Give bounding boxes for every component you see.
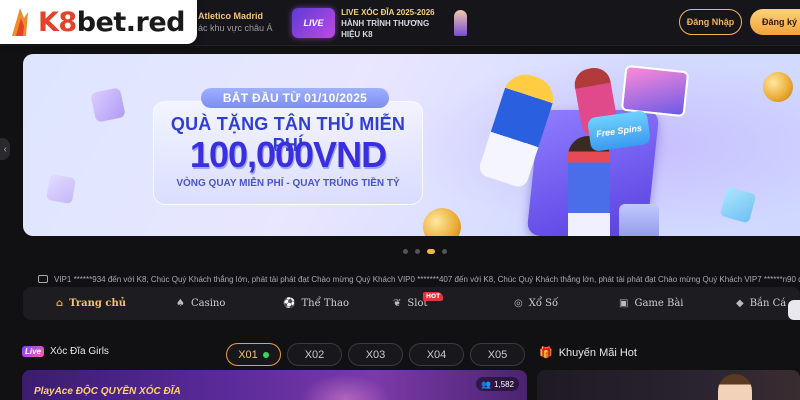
live-promo-line2: HÀNH TRÌNH THƯƠNG HIỆU K8 [341, 18, 430, 39]
nav-item-casino[interactable]: ♠ Casino [176, 287, 225, 320]
section-title-xoc-dia: Live Xóc Đĩa Girls [22, 346, 109, 357]
nav-label: Xổ Số [528, 298, 559, 309]
logo-brand: K8 [38, 6, 77, 38]
hot-promo-card[interactable] [537, 370, 800, 400]
viewer-count: 1,582 [493, 379, 514, 389]
live-status-dot [262, 351, 269, 358]
nav-item-home[interactable]: ⌂ Trang chủ [56, 287, 126, 320]
dealer-image [300, 374, 390, 400]
promo-start-date: BẮT ĐẦU TỪ 01/10/2025 [201, 88, 389, 108]
live-game-card[interactable]: PlayAce ĐỘC QUYỀN XÓC ĐĨA [22, 370, 527, 400]
nav-scroll-arrow[interactable] [788, 300, 800, 320]
nav-label: Trang chủ [69, 298, 127, 309]
tab-x04[interactable]: X04 [409, 343, 464, 366]
nav-item-lottery[interactable]: ◎ Xổ Số [514, 287, 558, 320]
promo-subtitle: VÒNG QUAY MIỄN PHÍ - QUAY TRÚNG TIỀN TỶ [176, 178, 400, 189]
flame-logo-icon [6, 6, 34, 38]
site-logo[interactable]: K8bet.red [0, 0, 197, 44]
main-nav: ⌂ Trang chủ ♠ Casino ⚽ Thể Thao ❦ Slot H… [23, 287, 800, 320]
soccer-ball-icon: ⚽ [283, 298, 296, 309]
gift-box-icon [90, 87, 126, 123]
live-promo-line1: LIVE XÓC ĐĨA 2025-2026 [341, 7, 435, 17]
host-avatar [454, 10, 467, 36]
login-button[interactable]: Đăng Nhập [679, 9, 742, 35]
hero-banner[interactable]: BẮT ĐẦU TỪ 01/10/2025 QUÀ TẶNG TÂN THỦ M… [23, 54, 800, 236]
marquee-text: VIP1 ******934 đến với K8, Chúc Quý Khác… [54, 274, 800, 284]
nav-item-sports[interactable]: ⚽ Thể Thao [283, 287, 349, 320]
banner-prev-arrow-icon[interactable]: ‹ [0, 138, 10, 160]
top-header: K8bet.red Atletico Madrid ác khu vực châ… [0, 0, 800, 46]
character-illustration [568, 136, 610, 236]
nav-label: Bắn Cá [749, 298, 787, 309]
logo-text: K8bet.red [38, 7, 185, 38]
pagination-dot[interactable] [442, 249, 447, 254]
pagination-dot-active[interactable] [427, 249, 435, 254]
sponsor-club: Atletico Madrid [198, 11, 264, 21]
section-title-text: Khuyến Mãi Hot [558, 346, 637, 359]
sponsor-text: Atletico Madrid ác khu vực châu Á [198, 10, 273, 34]
spade-icon: ♠ [176, 298, 185, 309]
live-icon: Live [22, 346, 45, 357]
announcement-marquee: VIP1 ******934 đến với K8, Chúc Quý Khác… [38, 272, 800, 286]
tab-label: X04 [426, 348, 447, 361]
gift-box-icon [45, 173, 77, 205]
promo-model-image [718, 374, 752, 400]
live-promo-text: LIVE XÓC ĐĨA 2025-2026 HÀNH TRÌNH THƯƠNG… [341, 7, 450, 40]
lottery-ball-icon: ◎ [514, 298, 523, 309]
viewer-count-badge: 👥 1,582 [476, 377, 519, 391]
tab-x01[interactable]: X01 [226, 343, 281, 366]
nav-label: Thể Thao [301, 298, 349, 309]
tab-label: X01 [238, 348, 258, 361]
room-tabs: X01 X02 X03 X04 X05 [226, 343, 525, 366]
tab-label: X02 [304, 348, 325, 361]
announcement-icon [38, 275, 48, 283]
viewers-icon: 👥 [481, 379, 491, 389]
nav-item-card-games[interactable]: ▣ Game Bài [619, 287, 684, 320]
coin-icon [763, 72, 793, 102]
cherry-icon: ❦ [393, 298, 402, 309]
live-promo-banner[interactable]: LIVE LIVE XÓC ĐĨA 2025-2026 HÀNH TRÌNH T… [292, 6, 467, 40]
sponsor-region: ác khu vực châu Á [198, 23, 273, 33]
tab-x02[interactable]: X02 [287, 343, 342, 366]
promo-amount: 100,000VND [189, 134, 387, 175]
nav-item-fishing[interactable]: ◆ Bắn Cá [736, 287, 786, 320]
photo-card-illustration [620, 64, 690, 118]
register-button[interactable]: Đăng ký [750, 9, 800, 35]
suitcase-illustration [619, 204, 659, 236]
cards-icon: ▣ [619, 298, 629, 309]
pagination-dot[interactable] [403, 249, 408, 254]
fish-icon: ◆ [736, 298, 744, 309]
section-title-text: Xóc Đĩa Girls [50, 346, 109, 357]
logo-domain: bet.red [76, 6, 186, 38]
tab-label: X03 [365, 348, 386, 361]
section-title-hot-promo: 🎁 Khuyến Mãi Hot [539, 346, 637, 360]
nav-label: Game Bài [634, 298, 684, 309]
home-icon: ⌂ [56, 298, 64, 309]
hot-badge: HOT [423, 292, 444, 301]
nav-label: Casino [190, 298, 226, 309]
nav-item-slot[interactable]: ❦ Slot HOT [393, 287, 444, 320]
live-xoc-dia-logo: LIVE [292, 8, 336, 38]
tab-x05[interactable]: X05 [470, 343, 525, 366]
game-card-title: PlayAce ĐỘC QUYỀN XÓC ĐĨA [34, 386, 181, 397]
pagination-dot[interactable] [415, 249, 420, 254]
gift-icon: 🎁 [539, 347, 553, 359]
banner-pagination [403, 249, 447, 254]
tab-x03[interactable]: X03 [348, 343, 403, 366]
tab-label: X05 [487, 348, 508, 361]
